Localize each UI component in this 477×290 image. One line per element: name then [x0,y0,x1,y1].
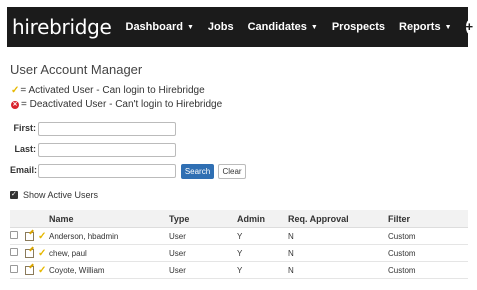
clear-button[interactable]: Clear [218,164,246,179]
deactivated-x-icon: ✕ [11,100,19,109]
nav-jobs-label: Jobs [207,21,234,33]
user-req-approval: N [288,261,388,279]
top-navbar: hirebridge Dashboard ▼ Jobs Candidates ▼… [7,7,474,47]
email-input[interactable] [38,164,176,178]
last-name-input[interactable] [38,143,176,157]
legend-activated-text: = Activated User - Can login to Hirebrid… [20,85,205,96]
caret-down-icon: ▼ [444,23,452,31]
user-req-approval: N [288,227,388,245]
legend-deactivated: ✕ = Deactivated User - Can't login to Hi… [11,99,222,110]
show-active-users-toggle[interactable]: Show Active Users [10,190,98,200]
col-name[interactable]: Name [49,210,169,228]
nav-prospects[interactable]: Prospects [332,21,385,33]
legend-activated: ✓ = Activated User - Can login to Hirebr… [11,85,205,96]
nav-jobs[interactable]: Jobs [208,21,234,33]
caret-down-icon: ▼ [310,23,318,31]
checkmark-icon: ✓ [11,85,20,96]
page-title: User Account Manager [10,62,143,77]
user-filter: Custom [388,244,468,262]
nav-dashboard[interactable]: Dashboard ▼ [126,21,194,33]
legend-deactivated-text: = Deactivated User - Can't login to Hire… [21,99,223,110]
user-admin: Y [237,227,288,245]
checkmark-icon[interactable]: ✓ [38,231,46,242]
nav-dashboard-label: Dashboard [125,21,183,33]
edit-icon[interactable] [25,265,34,275]
first-label: First: [13,123,37,133]
user-req-approval: N [288,244,388,262]
user-filter: Custom [388,261,468,279]
edit-icon[interactable] [25,231,34,241]
checkmark-icon[interactable]: ✓ [38,248,46,259]
nav-candidates-label: Candidates [247,21,307,33]
row-select-checkbox[interactable] [10,265,18,273]
plus-circle-icon[interactable]: + [465,20,474,34]
show-active-checkbox[interactable] [10,190,18,199]
col-admin[interactable]: Admin [237,210,288,228]
table-row: ✓ Coyote, William User Y N Custom [10,261,468,279]
user-name[interactable]: chew, paul [49,244,169,262]
table-row: ✓ chew, paul User Y N Custom [10,244,468,262]
table-row: ✓ Anderson, hbadmin User Y N Custom [10,227,468,245]
show-active-label: Show Active Users [23,190,99,200]
nav-reports[interactable]: Reports ▼ [399,21,452,33]
user-filter: Custom [388,227,468,245]
users-table: Name Type Admin Req. Approval Filter ✓ A… [10,210,468,279]
table-header-row: Name Type Admin Req. Approval Filter [10,210,468,228]
nav-reports-label: Reports [399,21,441,33]
user-admin: Y [237,261,288,279]
col-type[interactable]: Type [169,210,237,228]
nav-prospects-label: Prospects [331,21,386,33]
user-type: User [169,261,237,279]
col-req-approval[interactable]: Req. Approval [288,210,388,228]
row-select-checkbox[interactable] [10,248,18,256]
user-type: User [169,244,237,262]
nav-candidates[interactable]: Candidates ▼ [248,21,318,33]
row-select-checkbox[interactable] [10,231,18,239]
caret-down-icon: ▼ [186,23,194,31]
search-button[interactable]: Search [181,164,214,179]
checkmark-icon[interactable]: ✓ [38,265,46,276]
user-admin: Y [237,244,288,262]
edit-icon[interactable] [25,248,34,258]
user-type: User [169,227,237,245]
email-label: Email: [10,165,38,175]
col-filter[interactable]: Filter [388,210,468,228]
last-label: Last: [14,144,36,154]
hirebridge-logo[interactable]: hirebridge [12,7,112,47]
user-name[interactable]: Anderson, hbadmin [49,227,169,245]
first-name-input[interactable] [38,122,176,136]
user-name[interactable]: Coyote, William [49,261,169,279]
